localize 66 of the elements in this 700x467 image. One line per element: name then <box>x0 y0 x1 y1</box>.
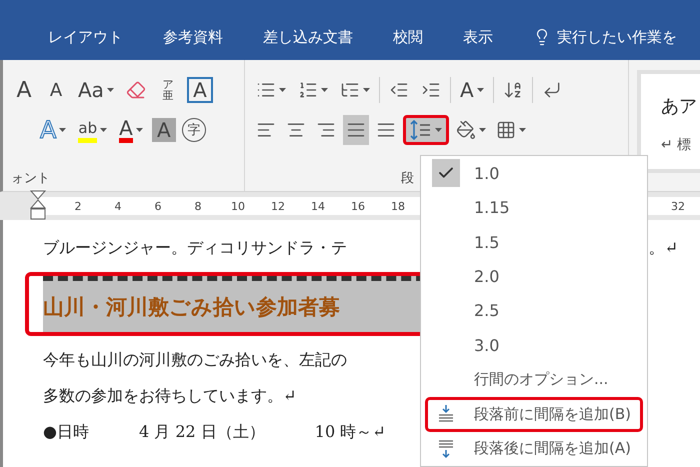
character-border-button[interactable]: A <box>186 77 213 103</box>
ruler-number: 10 <box>230 200 246 212</box>
ruler-number: 12 <box>270 200 286 212</box>
line-spacing-icon <box>410 119 432 141</box>
ribbon-tab[interactable]: 参考資料 <box>163 28 223 46</box>
caret-icon <box>100 128 108 132</box>
body-text: 多数の参加をお待ちしています。↵ <box>43 386 296 406</box>
asian-layout-button[interactable]: A <box>457 75 487 105</box>
eraser-icon <box>126 80 146 100</box>
ribbon-tab[interactable]: 差し込み文書 <box>263 28 353 46</box>
space-before-icon <box>436 404 456 424</box>
ruler-number: 32 <box>670 200 686 212</box>
shrink-font-button[interactable]: A <box>43 75 69 105</box>
caret-icon <box>59 128 66 132</box>
ruler-number: 2 <box>74 200 82 212</box>
ribbon-tab[interactable]: 校閲 <box>393 28 423 46</box>
caret-icon <box>363 88 370 92</box>
ruler-number: 18 <box>390 200 406 212</box>
menu-item[interactable]: 段落前に間隔を追加(B) <box>425 397 643 432</box>
group-label: ォント <box>11 170 50 187</box>
ruler-number: 8 <box>194 200 202 212</box>
line-spacing-button[interactable] <box>403 115 449 145</box>
phonetic-guide-button[interactable]: ア亜 <box>154 75 181 105</box>
tell-me-field[interactable]: 実行したい作業を <box>533 28 677 46</box>
ruler-number: 6 <box>154 200 162 212</box>
style-name: ↵ 標 <box>661 136 692 154</box>
body-text: ●日時 <box>43 422 89 442</box>
body-text: 4 月 22 日（土） <box>138 422 265 442</box>
enclosed-character-button[interactable]: 字 <box>182 118 206 142</box>
caret-icon <box>321 88 328 92</box>
body-text: 今年も山川の河川敷のごみ拾いを、左記の <box>43 350 347 370</box>
caret-icon <box>136 128 143 132</box>
ribbon-tab[interactable]: レイアウト <box>48 28 123 46</box>
space-after-icon <box>436 438 456 459</box>
menu-item[interactable]: 段落後に間隔を追加(A) <box>425 432 643 466</box>
return-arrow-icon <box>542 80 562 100</box>
group-label: 段 <box>401 170 414 187</box>
caret-icon <box>279 88 286 92</box>
caret-icon <box>519 128 526 132</box>
body-text: 。↵ <box>648 238 678 258</box>
grow-font-button[interactable]: A <box>11 75 37 105</box>
menu-item[interactable]: 1.15 <box>425 190 643 225</box>
ribbon-tab[interactable]: 表示 <box>463 28 493 46</box>
ruler-number: 16 <box>350 200 366 212</box>
caret-icon <box>476 88 484 92</box>
paint-bucket-icon <box>456 120 476 140</box>
caret-icon <box>479 128 486 132</box>
font-color-button[interactable]: A <box>116 115 146 145</box>
caret-icon <box>435 128 442 132</box>
character-shading-button[interactable]: A <box>152 118 176 142</box>
ruler-number: 14 <box>310 200 326 212</box>
grid-icon <box>496 120 516 140</box>
menu-item[interactable]: 1.5 <box>425 224 643 260</box>
body-text: ブルージンジャー。ディコリサンドラ・テ <box>43 238 347 258</box>
highlighter-button[interactable]: ab <box>75 115 110 145</box>
style-sample: あア <box>661 95 698 118</box>
justify-button[interactable] <box>343 115 369 145</box>
style-gallery[interactable]: あア ↵ 標 <box>637 70 700 173</box>
indent-marker[interactable] <box>30 190 46 220</box>
body-text: 10 時～↵ <box>314 422 386 442</box>
change-case-button[interactable]: Aa <box>75 75 117 105</box>
numbered-list-icon <box>298 80 318 100</box>
caret-icon <box>106 88 114 92</box>
sort-icon <box>502 80 523 100</box>
menu-item[interactable]: 行間のオプション... <box>425 362 643 398</box>
ruler-number: 4 <box>114 200 122 212</box>
